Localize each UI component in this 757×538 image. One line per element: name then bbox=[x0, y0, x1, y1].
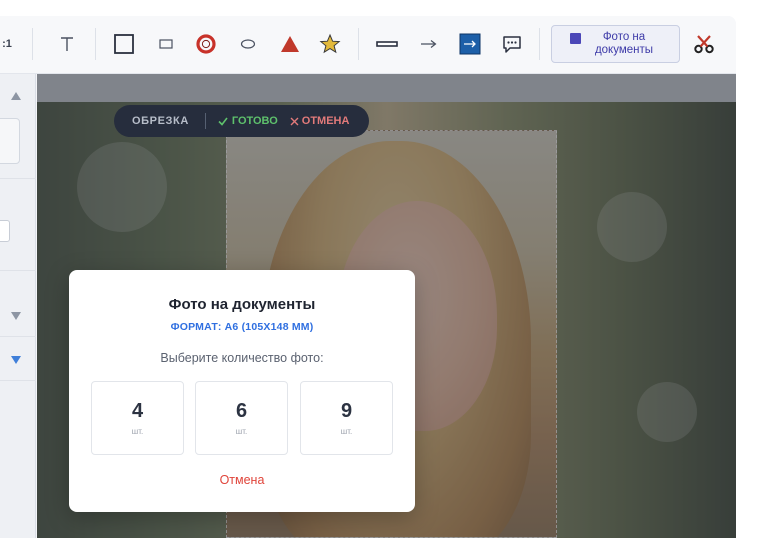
toolbar-divider bbox=[539, 28, 540, 60]
comment-tool-button[interactable] bbox=[500, 30, 524, 58]
toolbar: :1 Фото на документы bbox=[0, 16, 736, 74]
check-icon bbox=[218, 117, 228, 126]
arrow-tool-button[interactable] bbox=[418, 30, 440, 58]
photo-count-option-4[interactable]: 4 шт. bbox=[91, 381, 184, 455]
toolbar-divider bbox=[358, 28, 359, 60]
scissors-button[interactable] bbox=[692, 30, 716, 58]
arrow-icon bbox=[421, 40, 437, 48]
dialog-prompt: Выберите количество фото: bbox=[160, 351, 324, 365]
triangle-icon bbox=[281, 36, 299, 52]
text-tool-button[interactable] bbox=[56, 30, 78, 58]
crop-title: ОБРЕЗКА bbox=[132, 115, 189, 127]
ring-tool-button[interactable] bbox=[194, 30, 218, 58]
option-count: 4 bbox=[131, 400, 144, 422]
document-photo-label: Фото на документы bbox=[594, 31, 654, 56]
toolbar-divider bbox=[32, 28, 33, 60]
square-tool-button[interactable] bbox=[112, 30, 136, 58]
left-panel bbox=[0, 74, 36, 538]
panel-checkbox[interactable] bbox=[0, 220, 10, 242]
document-icon bbox=[570, 32, 581, 44]
triangle-tool-button[interactable] bbox=[278, 30, 302, 58]
highlight-arrow-tool-button[interactable] bbox=[458, 30, 482, 58]
speech-bubble-icon bbox=[503, 36, 521, 53]
crop-cancel-button[interactable]: ОТМЕНА bbox=[290, 115, 350, 127]
panel-divider bbox=[0, 336, 36, 337]
aspect-ratio-label[interactable]: :1 bbox=[0, 30, 14, 58]
photo-count-option-6[interactable]: 6 шт. bbox=[195, 381, 288, 455]
toolbar-divider bbox=[95, 28, 96, 60]
chevron-down-icon[interactable] bbox=[11, 312, 21, 320]
ellipse-tool-button[interactable] bbox=[238, 30, 258, 58]
panel-divider bbox=[0, 270, 36, 271]
option-unit: шт. bbox=[340, 427, 353, 436]
square-icon bbox=[114, 34, 134, 54]
photo-count-option-9[interactable]: 9 шт. bbox=[300, 381, 393, 455]
text-icon bbox=[61, 37, 73, 51]
option-count: 9 bbox=[340, 400, 353, 422]
line-icon bbox=[376, 41, 398, 47]
panel-divider bbox=[0, 178, 36, 179]
dialog-format: ФОРМАТ: А6 (105X148 ММ) bbox=[170, 321, 314, 333]
crop-cancel-label: ОТМЕНА bbox=[301, 115, 350, 127]
option-count: 6 bbox=[235, 400, 248, 422]
document-photo-dialog: Фото на документы ФОРМАТ: А6 (105X148 ММ… bbox=[69, 270, 415, 512]
rounded-rect-icon bbox=[159, 39, 173, 49]
scissors-icon bbox=[694, 35, 714, 54]
line-tool-button[interactable] bbox=[374, 30, 400, 58]
dialog-cancel-button[interactable]: Отмена bbox=[69, 473, 415, 487]
ring-icon bbox=[196, 34, 216, 54]
option-unit: шт. bbox=[235, 427, 248, 436]
document-photo-button[interactable]: Фото на документы bbox=[551, 25, 680, 63]
chevron-down-icon[interactable] bbox=[11, 356, 21, 364]
ellipse-icon bbox=[240, 39, 256, 49]
crop-divider bbox=[204, 113, 206, 129]
close-icon bbox=[290, 117, 299, 125]
option-unit: шт. bbox=[131, 427, 144, 436]
crop-toolbar: ОБРЕЗКА ГОТОВО ОТМЕНА bbox=[114, 105, 369, 137]
panel-divider bbox=[0, 380, 36, 381]
highlight-arrow-icon bbox=[459, 33, 481, 55]
rect-tool-button[interactable] bbox=[156, 30, 176, 58]
dialog-title: Фото на документы bbox=[168, 296, 316, 313]
panel-field[interactable] bbox=[0, 118, 20, 164]
crop-done-label: ГОТОВО bbox=[231, 115, 278, 127]
star-icon bbox=[319, 33, 341, 54]
star-tool-button[interactable] bbox=[318, 30, 342, 58]
crop-done-button[interactable]: ГОТОВО bbox=[218, 115, 278, 127]
scroll-up-icon[interactable] bbox=[11, 92, 21, 100]
